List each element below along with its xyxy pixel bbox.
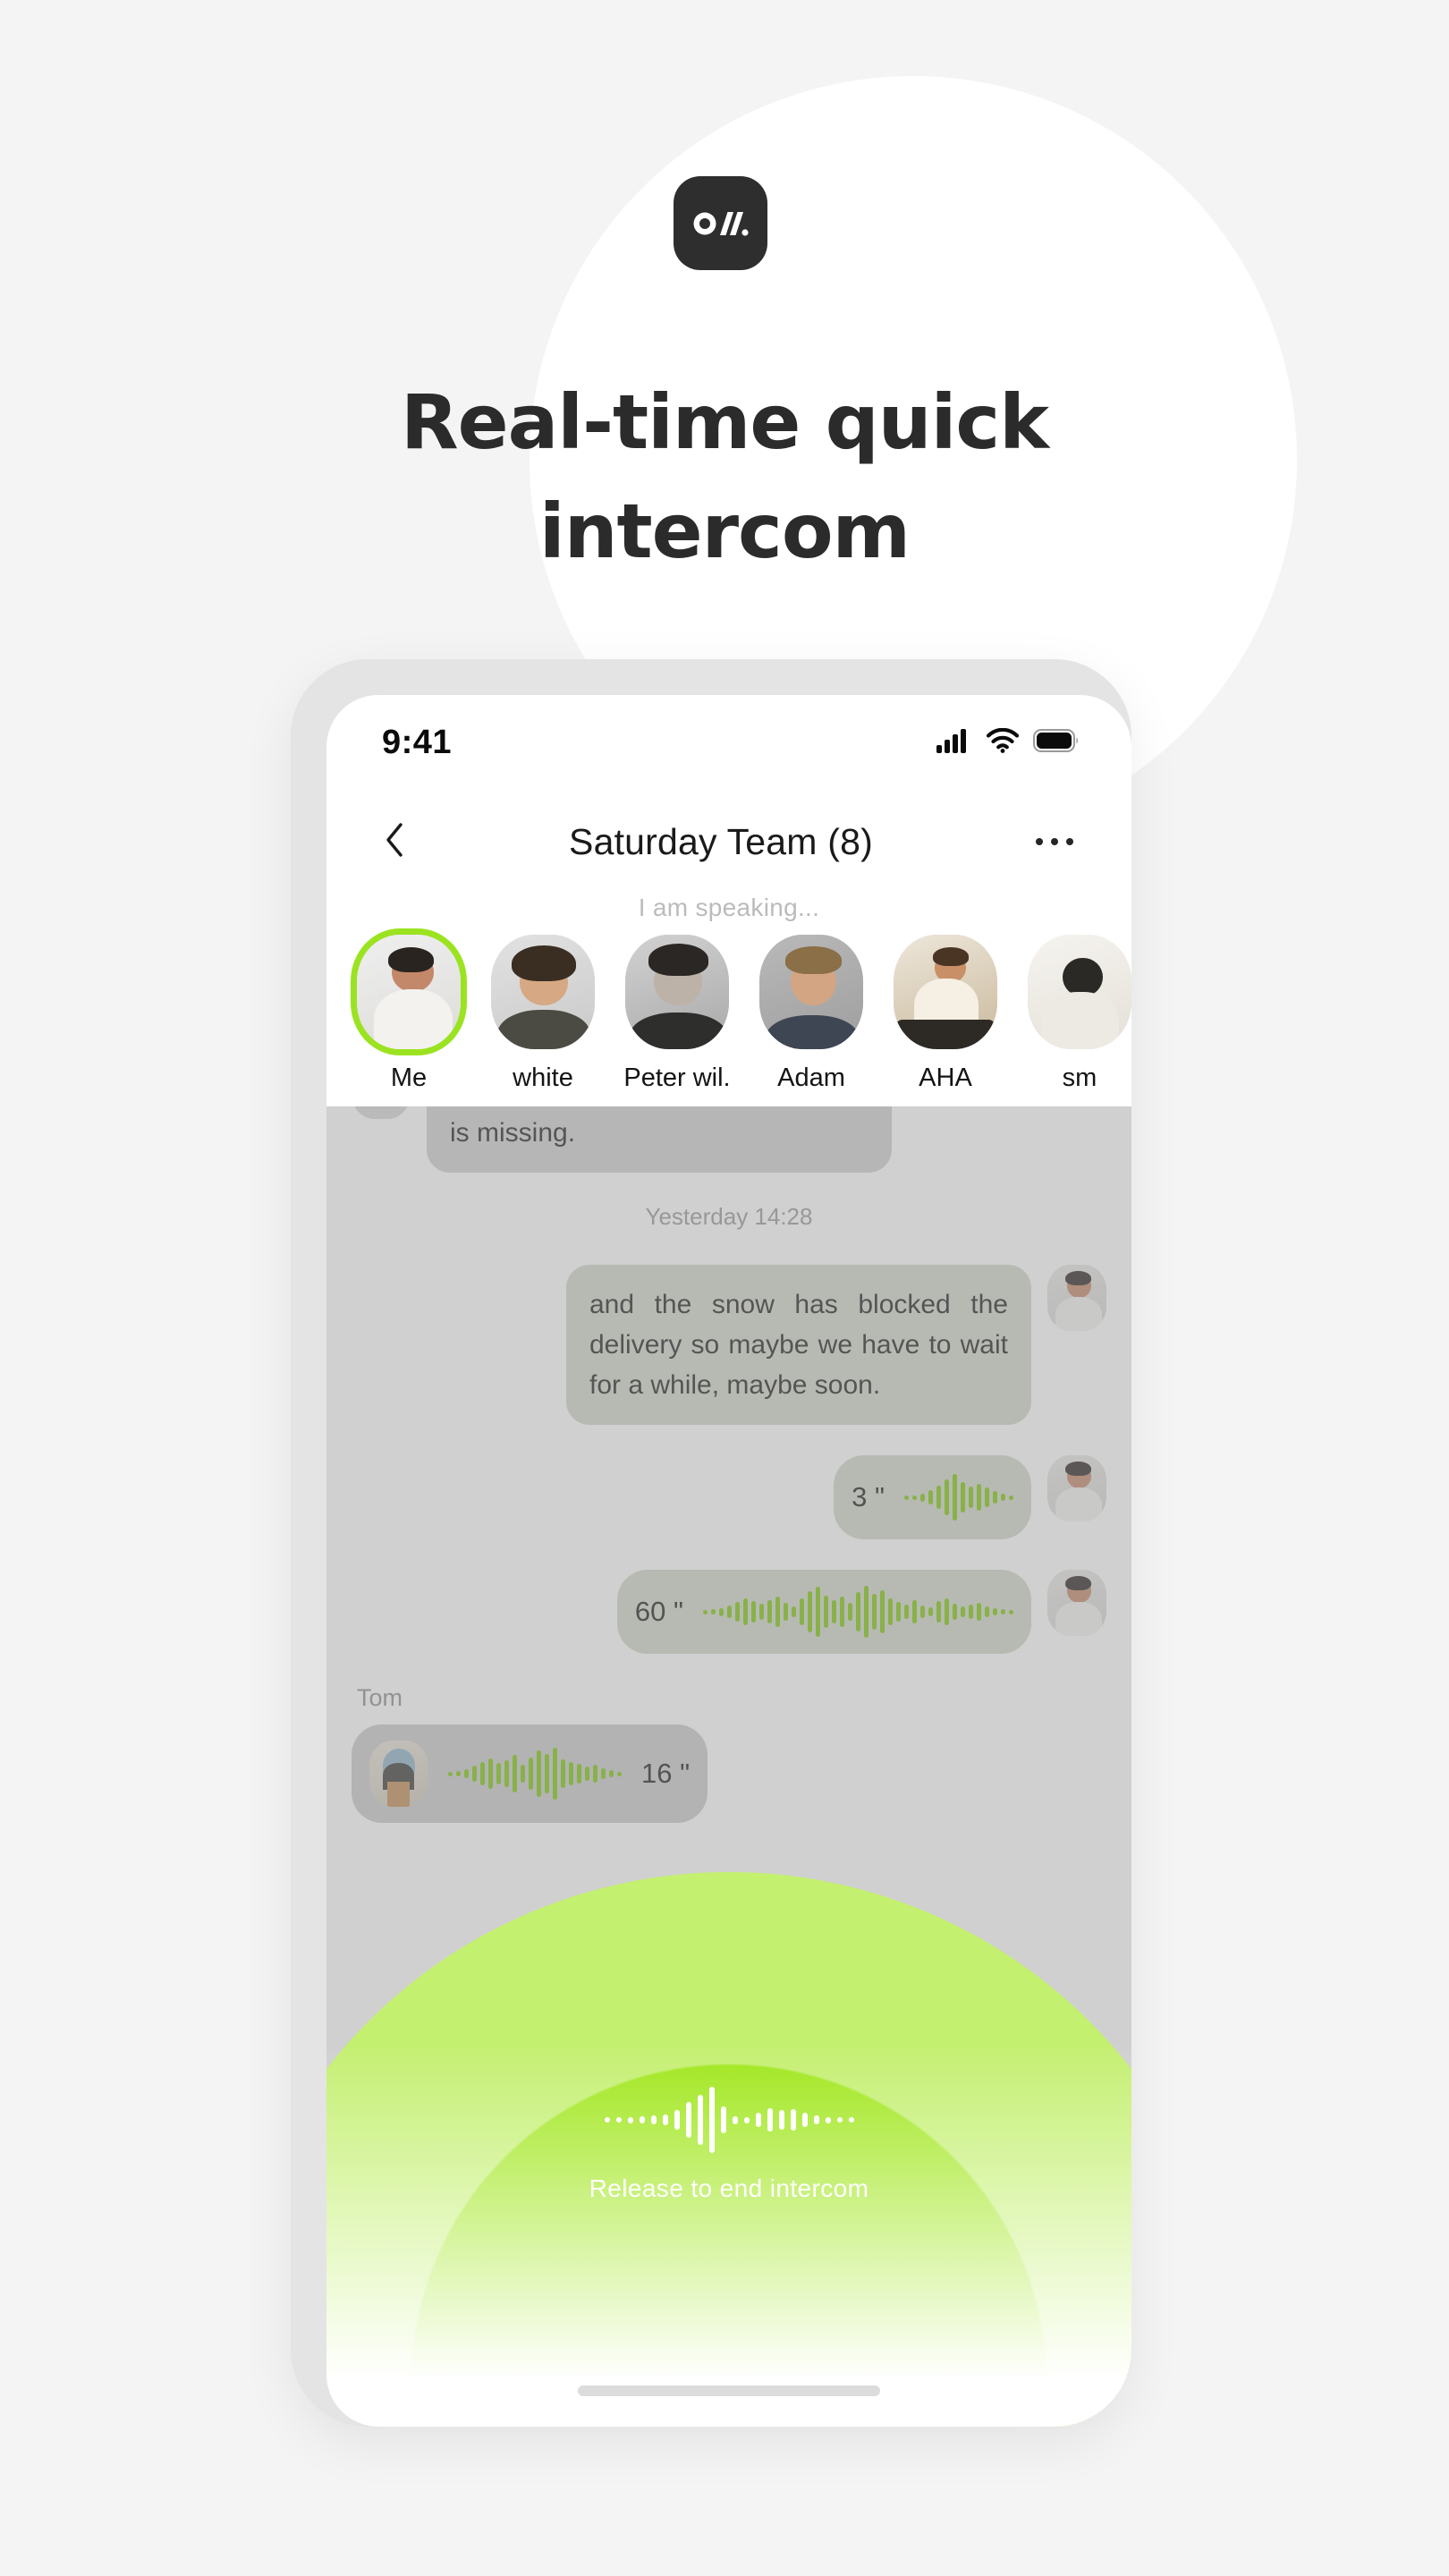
home-indicator: [578, 2385, 880, 2396]
participant-label: Adam: [777, 1063, 845, 1092]
speaking-status-label: I am speaking...: [638, 894, 820, 921]
phone-screen: 9:41 Saturday Team (8) I am speaking... …: [326, 695, 1131, 2427]
avatar: [1028, 935, 1131, 1049]
avatar: [1047, 1455, 1106, 1521]
phone-mockup: 9:41 Saturday Team (8) I am speaking... …: [291, 659, 1131, 2427]
audio-waveform-icon: [604, 2085, 854, 2155]
message-row[interactable]: 60 ": [352, 1570, 1106, 1654]
participant-adam[interactable]: Adam: [754, 935, 869, 1093]
avatar: [357, 935, 461, 1049]
wifi-icon: [986, 727, 1020, 758]
avatar: [352, 1106, 411, 1119]
voice-duration: 60 ": [634, 1596, 683, 1627]
participant-label: sm: [1062, 1063, 1097, 1092]
chat-thread[interactable]: know in advance if the equipment is miss…: [326, 1106, 1131, 2427]
participant-strip[interactable]: Me white Peter wil. Adam AHA sm: [326, 935, 1131, 1105]
participant-label: white: [513, 1063, 573, 1092]
message-group: Tom 16 ": [352, 1684, 1106, 1823]
message-row[interactable]: 16 ": [352, 1724, 1106, 1823]
avatar: [759, 935, 863, 1049]
avatar: [1047, 1265, 1106, 1331]
participant-me[interactable]: Me: [352, 935, 466, 1093]
battery-full-icon: [1033, 728, 1080, 758]
chevron-left-icon: [384, 822, 405, 862]
avatar: [894, 935, 997, 1049]
page-title: Real-time quick intercom: [0, 369, 1449, 587]
participant-white[interactable]: white: [486, 935, 600, 1093]
voice-message[interactable]: 16 ": [352, 1724, 708, 1823]
marketing-screenshot: Real-time quick intercom 9:41 Saturday T…: [0, 0, 1449, 2576]
push-to-talk-label: Release to end intercom: [589, 2174, 869, 2202]
more-options-button[interactable]: [1028, 822, 1081, 861]
message-text: know in advance if the equipment is miss…: [427, 1106, 892, 1173]
voice-duration: 16 ": [641, 1758, 691, 1789]
voice-message[interactable]: 3 ": [834, 1455, 1031, 1539]
audio-waveform-icon: [703, 1586, 1013, 1638]
avatar: [369, 1741, 428, 1807]
avatar: [625, 935, 729, 1049]
message-row[interactable]: 3 ": [352, 1455, 1106, 1539]
participant-label: AHA: [919, 1063, 972, 1092]
voice-message[interactable]: 60 ": [616, 1570, 1031, 1654]
participant-label: Peter wil.: [623, 1063, 731, 1092]
message-row[interactable]: know in advance if the equipment is miss…: [352, 1106, 1106, 1173]
status-bar-time: 9:41: [382, 723, 453, 761]
chat-header: Saturday Team (8): [326, 790, 1131, 894]
back-button[interactable]: [375, 822, 414, 861]
message-text: and the snow has blocked the delivery so…: [566, 1265, 1031, 1425]
chat-title: Saturday Team (8): [569, 820, 873, 862]
participant-aha[interactable]: AHA: [888, 935, 1003, 1093]
message-sender: Tom: [357, 1684, 403, 1711]
push-to-talk-content: Release to end intercom: [326, 2085, 1131, 2203]
audio-waveform-icon: [904, 1471, 1013, 1523]
audio-waveform-icon: [448, 1748, 622, 1800]
cellular-signal-icon: [936, 728, 972, 758]
avatar: [1047, 1570, 1106, 1636]
participant-sm[interactable]: sm: [1022, 935, 1131, 1093]
avatar: [491, 935, 595, 1049]
status-bar: 9:41: [326, 695, 1131, 790]
message-row[interactable]: and the snow has blocked the delivery so…: [352, 1265, 1106, 1425]
participant-peter-wil[interactable]: Peter wil.: [620, 935, 734, 1093]
app-logo-icon: [674, 176, 767, 270]
more-horizontal-icon: [1035, 838, 1073, 845]
page-title-line-2: intercom: [538, 487, 911, 575]
participant-label: Me: [390, 1063, 428, 1092]
day-separator: Yesterday 14:28: [645, 1203, 813, 1230]
voice-duration: 3 ": [852, 1481, 885, 1513]
page-title-line-1: Real-time quick: [400, 378, 1049, 466]
